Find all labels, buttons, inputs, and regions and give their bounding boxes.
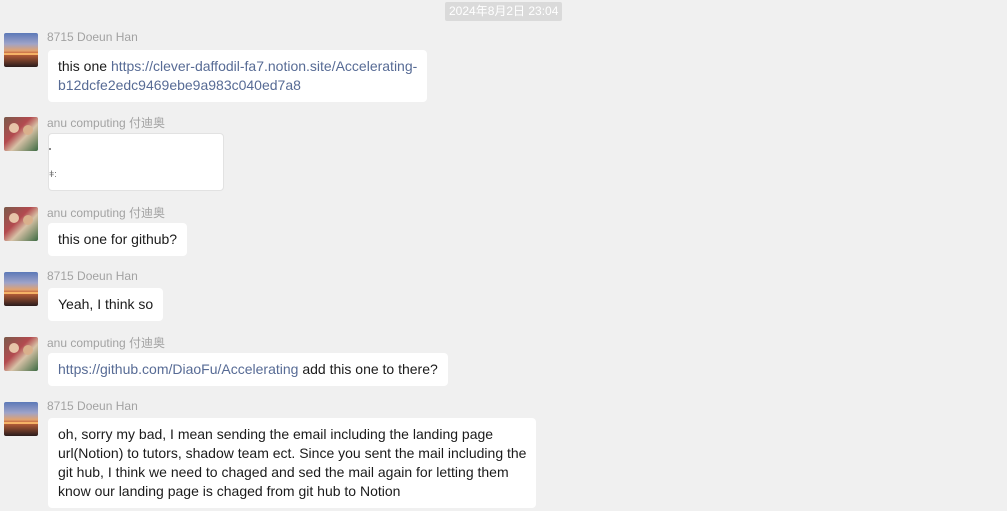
message-link-continued[interactable]: b12dcfe2edc9469ebe9a983c040ed7a8 xyxy=(58,77,301,93)
message-line: url(Notion) to tutors, shadow team ect. … xyxy=(58,445,527,461)
message-line: know our landing page is chaged from git… xyxy=(58,483,401,499)
message-bubble[interactable]: Yeah, I think so xyxy=(48,288,164,321)
message-link[interactable]: https://github.com/DiaoFu/Accelerating xyxy=(58,361,298,377)
avatar[interactable] xyxy=(4,33,38,67)
message-text: add this one to there? xyxy=(298,361,438,377)
message-text: Yeah, I think so xyxy=(58,296,154,312)
avatar[interactable] xyxy=(4,117,38,151)
message-bubble[interactable]: this one for github? xyxy=(48,223,188,256)
message-link[interactable]: https://clever-daffodil-fa7.notion.site/… xyxy=(111,58,417,74)
message-text: this one xyxy=(58,58,111,74)
message-text: this one for github? xyxy=(58,231,178,247)
message-bubble[interactable]: this one https://clever-daffodil-fa7.not… xyxy=(48,50,428,102)
sender-name: anu computing 付迪奥 xyxy=(47,206,166,220)
message-line: git hub, I think we need to chaged and s… xyxy=(58,464,509,480)
timestamp: 2024年8月2日 23:04 xyxy=(445,2,563,21)
message-bubble[interactable]: https://github.com/DiaoFu/Accelerating a… xyxy=(48,353,448,386)
sender-name: anu computing 付迪奥 xyxy=(47,336,166,350)
message-bubble[interactable]: oh, sorry my bad, I mean sending the ema… xyxy=(48,418,537,508)
file-card[interactable]: ⠂ ǂ: xyxy=(48,133,224,191)
sender-name: 8715 Doeun Han xyxy=(47,30,138,44)
avatar[interactable] xyxy=(4,207,38,241)
sender-name: 8715 Doeun Han xyxy=(47,269,138,283)
avatar[interactable] xyxy=(4,402,38,436)
avatar[interactable] xyxy=(4,272,38,306)
message-line: oh, sorry my bad, I mean sending the ema… xyxy=(58,426,494,442)
file-mark: ⠂ xyxy=(49,148,51,150)
sender-name: 8715 Doeun Han xyxy=(47,399,138,413)
sender-name: anu computing 付迪奥 xyxy=(47,116,166,130)
avatar[interactable] xyxy=(4,337,38,371)
file-mark-secondary: ǂ: xyxy=(49,169,57,179)
